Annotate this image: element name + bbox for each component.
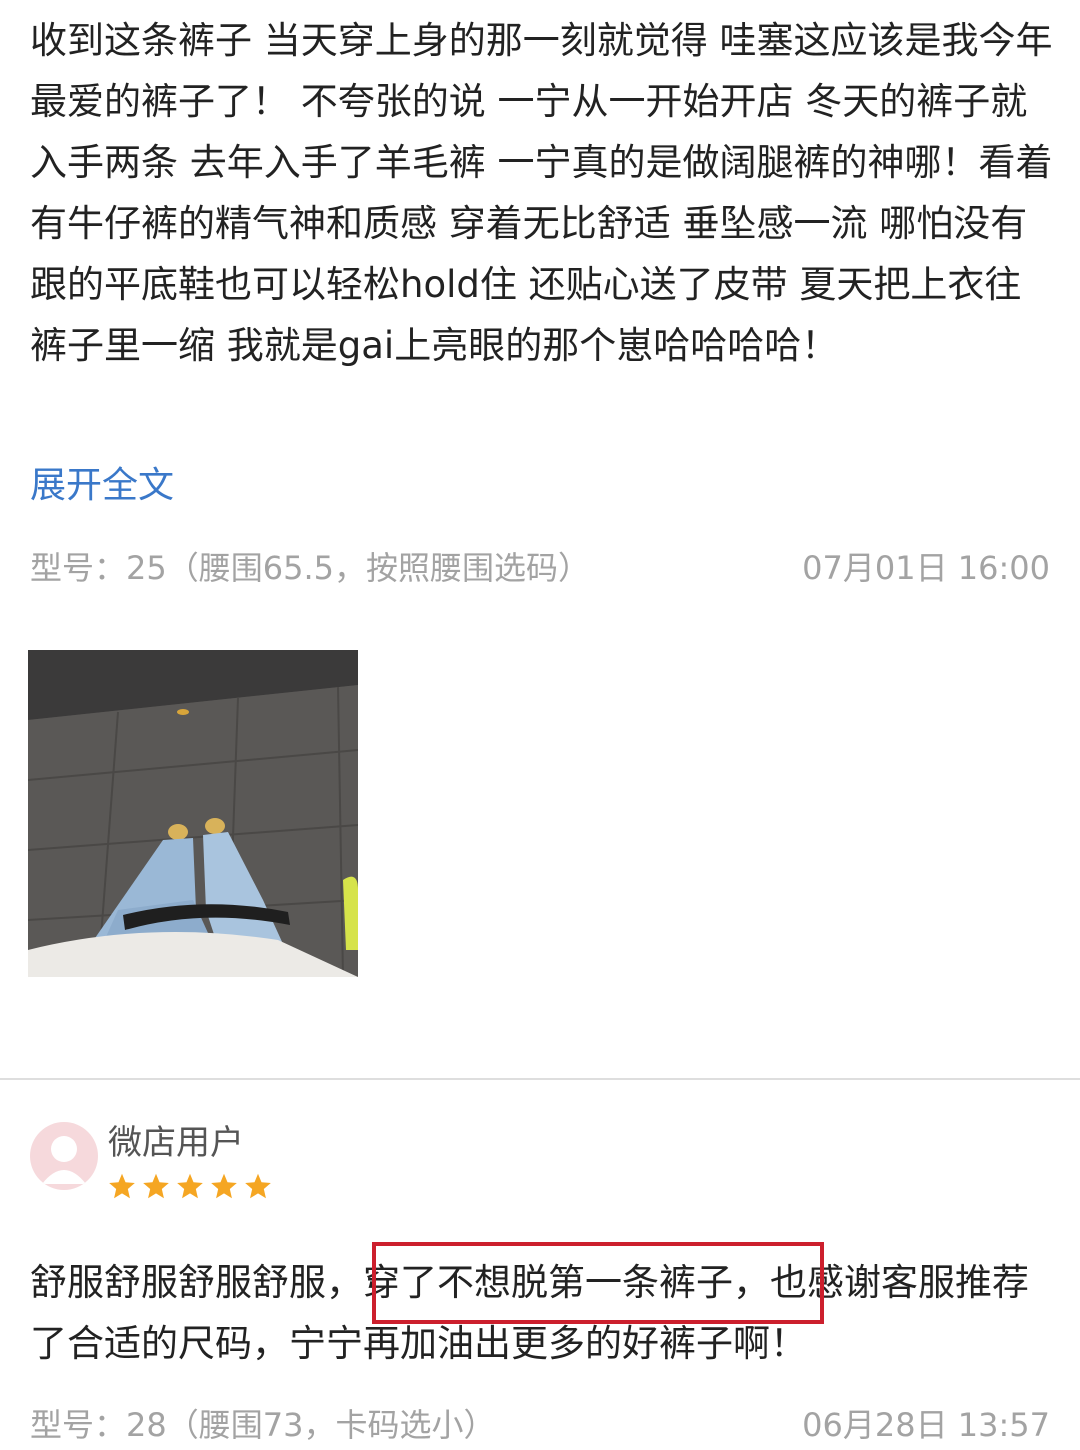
review-timestamp: 06月28日 13:57 (802, 1406, 1050, 1444)
rating-stars (108, 1172, 272, 1208)
user-avatar[interactable] (30, 1122, 98, 1190)
review-text: 收到这条裤子 当天穿上身的那一刻就觉得 哇塞这应该是我今年最爱的裤子了！ 不夸张… (30, 19, 1053, 367)
review-timestamp: 07月01日 16:00 (802, 549, 1050, 587)
review-meta: 型号：28（腰围73，卡码选小） 06月28日 13:57 (30, 1400, 1050, 1450)
review-photo-image (28, 650, 358, 977)
star-icon (245, 1173, 271, 1199)
expand-full-text-link[interactable]: 展开全文 (30, 458, 174, 514)
model-spec: 型号：28（腰围73，卡码选小） (30, 1406, 496, 1444)
review-text-part: 舒服舒服舒服舒服， (30, 1261, 363, 1304)
star-icon (177, 1173, 203, 1199)
review-photo[interactable] (28, 650, 358, 977)
username: 微店用户 (108, 1123, 244, 1163)
review-divider (0, 1078, 1080, 1080)
model-spec: 型号：25（腰围65.5，按照腰围选码） (30, 549, 590, 587)
review-meta: 型号：25（腰围65.5，按照腰围选码） 07月01日 16:00 (30, 543, 1050, 593)
review-text: 舒服舒服舒服舒服，穿了不想脱第一条裤子，也感谢客服推荐了合适的尺码，宁宁再加油出… (30, 1252, 1055, 1374)
highlighted-text: 穿了不想脱第一条裤子， (363, 1261, 770, 1304)
star-icon (143, 1173, 169, 1199)
star-icon (211, 1173, 237, 1199)
star-icon (109, 1173, 135, 1199)
default-avatar-icon (42, 1136, 86, 1184)
